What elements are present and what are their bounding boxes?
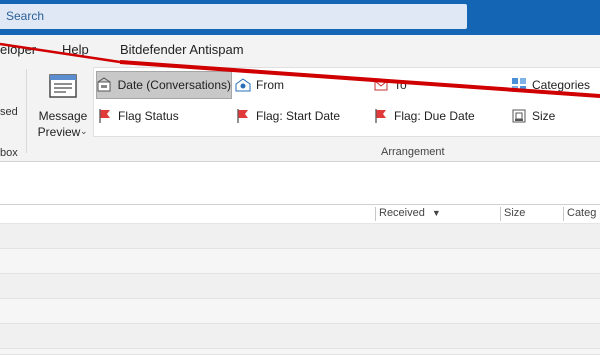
column-separator [500, 207, 501, 221]
date-conversations-icon [97, 76, 114, 94]
arrange-option-label: To [394, 78, 407, 92]
categories-icon [510, 76, 528, 94]
to-icon [372, 76, 390, 94]
message-preview-button[interactable]: Message Preview ⌄ [33, 69, 93, 144]
flag-icon [372, 107, 390, 125]
arrange-option-label: Categories [532, 78, 591, 92]
message-list-top-area [0, 162, 600, 205]
menu-developer[interactable]: eloper [0, 42, 36, 57]
arrange-size[interactable]: Size [510, 103, 555, 129]
column-received[interactable]: Received ▼ [379, 207, 441, 219]
title-bar: Search [0, 0, 600, 35]
flag-icon [96, 107, 114, 125]
arrange-to[interactable]: To [372, 72, 407, 98]
list-item[interactable] [0, 324, 600, 349]
arrange-categories[interactable]: Categories [510, 72, 590, 98]
ribbon-group-fragment-left: box [0, 147, 18, 159]
list-item[interactable] [0, 299, 600, 324]
column-received-label: Received [379, 207, 425, 219]
arrange-option-label: Size [532, 109, 556, 123]
ribbon-separator [26, 69, 27, 153]
ribbon: sed box Message Preview ⌄ Date (Conversa… [0, 63, 600, 162]
message-preview-label-1: Message [38, 109, 88, 123]
arrange-option-label: Flag: Due Date [394, 109, 475, 123]
menu-help[interactable]: Help [62, 42, 89, 57]
arrange-option-label: Date (Conversations) [117, 78, 231, 92]
list-item[interactable] [0, 249, 600, 274]
arrangement-gallery: Date (Conversations) From To Categories [93, 67, 600, 137]
column-categories[interactable]: Categ [567, 207, 596, 219]
list-item[interactable] [0, 349, 600, 355]
menu-bar: eloper Help Bitdefender Antispam [0, 35, 600, 63]
search-placeholder: Search [6, 9, 45, 23]
sort-down-icon: ▼ [431, 208, 441, 218]
ribbon-fragment-left[interactable]: sed [0, 106, 18, 118]
size-icon [510, 107, 528, 125]
arrangement-group-label: Arrangement [381, 146, 445, 158]
list-item[interactable] [0, 224, 600, 249]
arrange-option-label: Flag: Start Date [256, 109, 341, 123]
arrange-from[interactable]: From [234, 72, 284, 98]
search-box[interactable]: Search [0, 4, 467, 29]
message-list-header: Received ▼ Size Categ [0, 205, 600, 224]
arrange-flag-due-date[interactable]: Flag: Due Date [372, 103, 475, 129]
column-separator [563, 207, 564, 221]
arrange-option-label: Flag Status [118, 109, 179, 123]
arrange-date-conversations[interactable]: Date (Conversations) [96, 71, 232, 99]
arrange-flag-start-date[interactable]: Flag: Start Date [234, 103, 340, 129]
arrange-flag-status[interactable]: Flag Status [96, 103, 179, 129]
message-preview-icon [49, 74, 77, 98]
column-size[interactable]: Size [504, 207, 525, 219]
menu-bitdefender-antispam[interactable]: Bitdefender Antispam [120, 42, 244, 57]
chevron-down-icon: ⌄ [80, 126, 88, 136]
from-icon [234, 76, 252, 94]
flag-icon [234, 107, 252, 125]
arrange-option-label: From [256, 78, 284, 92]
list-item[interactable] [0, 274, 600, 299]
column-separator [375, 207, 376, 221]
